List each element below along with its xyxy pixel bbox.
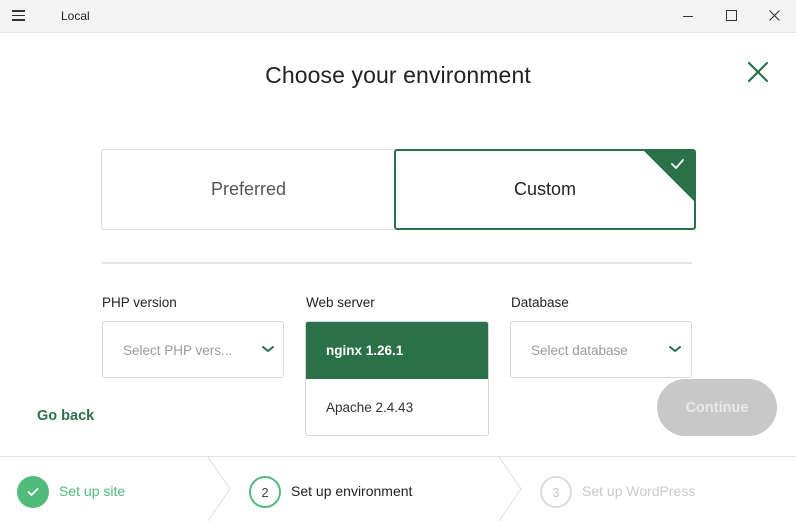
go-back-link[interactable]: Go back [37, 408, 94, 424]
window-titlebar: Local [0, 0, 796, 33]
chevron-down-icon [262, 346, 274, 352]
selected-check-icon [644, 151, 694, 201]
custom-option[interactable]: Custom [394, 149, 696, 230]
menu-icon[interactable] [12, 10, 25, 21]
preferred-option-label: Preferred [210, 179, 287, 199]
check-icon [27, 488, 39, 496]
page-title: Choose your environment [265, 62, 531, 88]
web-server-option-label: Apache 2.4.43 [326, 400, 414, 415]
step-1-complete [17, 476, 49, 508]
step-3-label: Set up WordPress [582, 483, 696, 499]
preferred-option[interactable]: Preferred [101, 149, 395, 230]
database-label: Database [511, 295, 569, 310]
step-2-label: Set up environment [291, 483, 413, 499]
window-title: Local [61, 9, 90, 23]
database-select[interactable]: Select database [510, 321, 692, 378]
custom-option-label: Custom [513, 179, 576, 199]
step-3-number: 3 [540, 476, 572, 508]
php-version-select[interactable]: Select PHP vers... [102, 321, 284, 378]
maximize-icon[interactable] [708, 0, 754, 32]
step-2-number: 2 [249, 476, 281, 508]
close-icon[interactable] [746, 60, 770, 84]
window-close-icon[interactable] [752, 0, 796, 32]
web-server-label: Web server [306, 295, 375, 310]
web-server-option-apache[interactable]: Apache 2.4.43 [306, 379, 488, 435]
php-version-label: PHP version [102, 295, 177, 310]
setup-stepper: Set up site 2 Set up environment 3 Set u… [0, 456, 796, 521]
web-server-option-label: nginx 1.26.1 [326, 343, 404, 358]
web-server-list: nginx 1.26.1 Apache 2.4.43 [305, 321, 489, 436]
web-server-option-nginx[interactable]: nginx 1.26.1 [306, 322, 488, 379]
database-placeholder: Select database [531, 343, 628, 358]
chevron-down-icon [669, 346, 681, 352]
step-1-label: Set up site [59, 483, 126, 499]
divider [102, 262, 692, 264]
php-version-placeholder: Select PHP vers... [123, 343, 233, 358]
continue-button[interactable]: Continue [657, 379, 777, 436]
minimize-icon[interactable] [664, 0, 710, 32]
